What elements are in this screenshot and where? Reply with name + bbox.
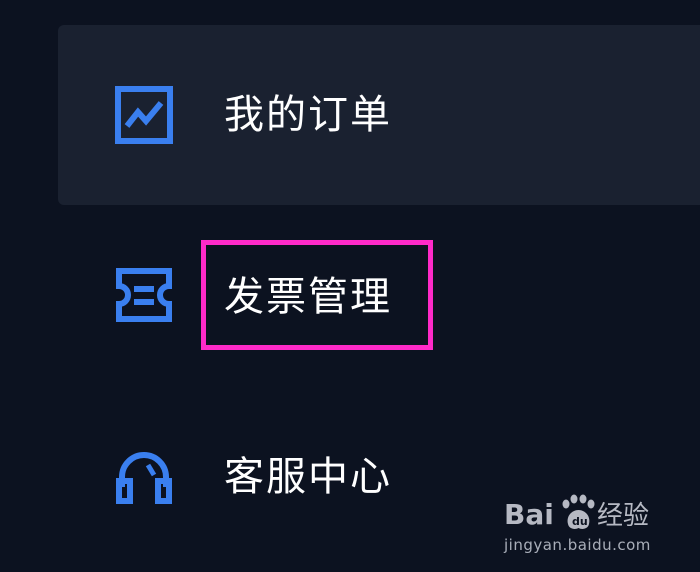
chart-icon: [114, 85, 174, 145]
watermark-url: jingyan.baidu.com: [504, 536, 651, 554]
menu-item-label: 我的订单: [224, 92, 392, 138]
highlight-annotation: [201, 240, 433, 350]
watermark: Bai du 经验 jingyan.baidu.com: [502, 490, 672, 560]
menu-item-label: 客服中心: [224, 454, 392, 500]
ticket-icon: [114, 265, 174, 325]
svg-text:经验: 经验: [597, 501, 649, 531]
svg-text:du: du: [572, 515, 588, 528]
svg-text:Bai: Bai: [504, 498, 554, 531]
menu-item-my-orders[interactable]: 我的订单: [58, 25, 700, 205]
baidu-jingyan-logo: Bai du 经验: [502, 490, 672, 536]
headset-icon: [114, 445, 174, 505]
